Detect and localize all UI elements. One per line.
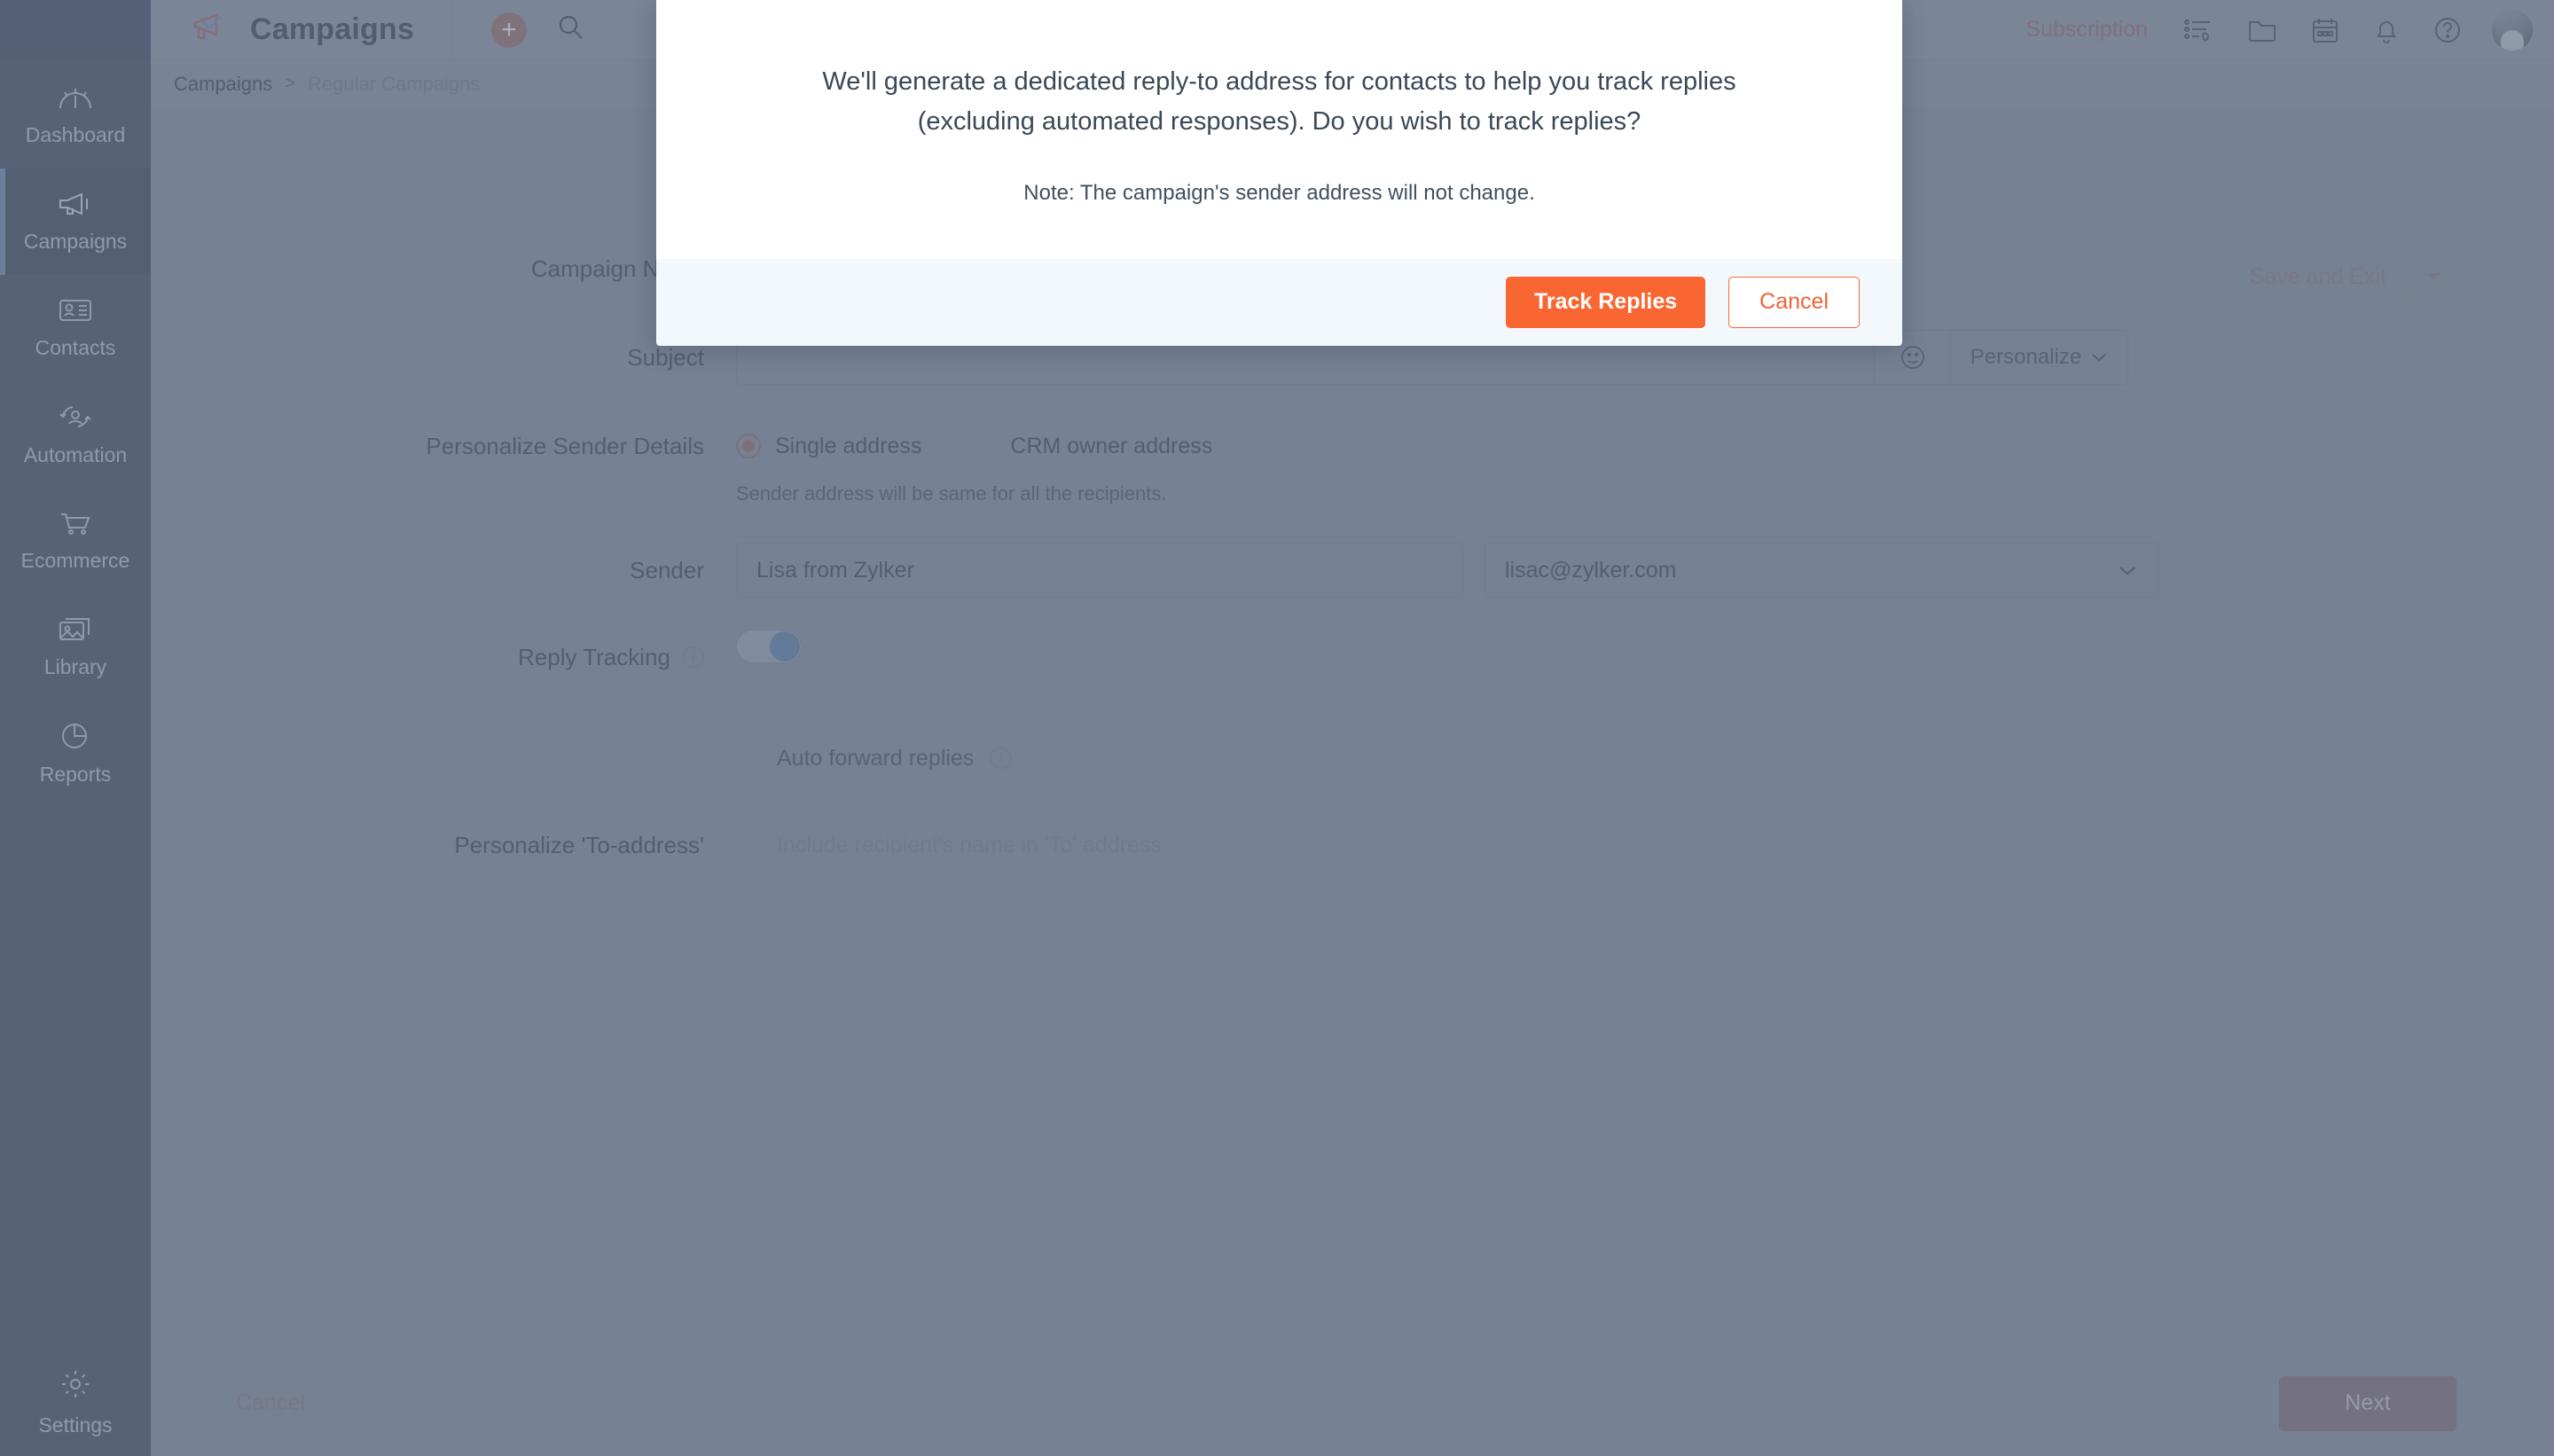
sidebar-item-label: Dashboard: [25, 122, 126, 146]
megaphone-icon: [57, 191, 94, 217]
pie-chart-icon: [59, 722, 92, 750]
reply-tracking-toggle[interactable]: [736, 630, 802, 663]
sender-email-select[interactable]: lisac@zylker.com: [1485, 543, 2158, 598]
radio-label: CRM owner address: [1010, 433, 1213, 458]
sidebar-item-reports[interactable]: Reports: [0, 701, 151, 807]
auto-forward-spacer: [151, 731, 736, 786]
sidebar-item-label: Ecommerce: [20, 548, 130, 572]
bell-icon[interactable]: [2373, 16, 2400, 44]
sidebar-items: Dashboard Campaigns Contacts Automation …: [0, 60, 151, 1348]
sidebar-item-label: Automation: [23, 442, 128, 466]
app-brand[interactable]: Campaigns: [151, 0, 452, 60]
personalize-sender-label: Personalize Sender Details: [426, 432, 704, 459]
auto-forward-row: Auto forward replies i: [736, 731, 1012, 786]
dashboard-gauge-icon: [58, 84, 93, 111]
row-auto-forward: Auto forward replies i: [151, 731, 2554, 786]
save-and-exit-group: Save and Exit: [2225, 250, 2456, 303]
calendar-icon[interactable]: [2311, 16, 2339, 44]
dialog-note: Note: The campaign's sender address will…: [1023, 180, 1535, 205]
help-icon[interactable]: [2433, 16, 2462, 44]
next-button[interactable]: Next: [2279, 1375, 2456, 1431]
form-footer: Cancel Next: [151, 1350, 2554, 1456]
sidebar-item-ecommerce[interactable]: Ecommerce: [0, 488, 151, 594]
app-title: Campaigns: [250, 12, 415, 46]
sender-label: Sender: [630, 556, 704, 583]
avatar[interactable]: [2492, 9, 2533, 51]
track-replies-dialog: We'll generate a dedicated reply-to addr…: [656, 0, 1902, 346]
sidebar-item-campaigns[interactable]: Campaigns: [0, 168, 151, 275]
personalize-to-checkbox-label: Include recipient's name in 'To' address: [777, 832, 1162, 857]
personalize-to-label: Personalize 'To-address': [454, 831, 704, 858]
chevron-down-icon: [2117, 558, 2138, 583]
search-icon: [557, 13, 585, 46]
automation-cycle-icon: [57, 403, 94, 431]
radio-crm-owner-address[interactable]: CRM owner address: [971, 434, 1212, 459]
reply-tracking-label-group: Reply Tracking i: [151, 630, 736, 685]
create-button[interactable]: +: [491, 12, 527, 48]
sidebar-item-label: Campaigns: [23, 229, 128, 253]
shopping-cart-icon: [58, 510, 93, 536]
personalize-to-row: Include recipient's name in 'To' address: [736, 818, 1162, 873]
plus-icon: +: [501, 14, 517, 44]
sender-email-value: lisac@zylker.com: [1505, 557, 1677, 583]
radio-single-address[interactable]: Single address: [736, 434, 921, 459]
dialog-cancel-button[interactable]: Cancel: [1728, 276, 1860, 328]
subject-label: Subject: [627, 343, 704, 371]
sender-name-value: Lisa from Zylker: [756, 557, 914, 583]
row-personalize-sender: Personalize Sender Details Single addres…: [151, 419, 2554, 505]
row-sender: Sender Lisa from Zylker lisac@zylker.com: [151, 543, 2554, 598]
personalize-dropdown[interactable]: Personalize: [1950, 331, 2127, 384]
sidebar-item-automation[interactable]: Automation: [0, 381, 151, 488]
folder-icon[interactable]: [2247, 17, 2277, 43]
dialog-footer: Track Replies Cancel: [656, 258, 1902, 346]
row-personalize-to: Personalize 'To-address' Include recipie…: [151, 818, 2554, 873]
campaign-name-label: Campaign Name: [530, 254, 704, 282]
auto-forward-checkbox[interactable]: [736, 746, 761, 771]
sidebar-item-contacts[interactable]: Contacts: [0, 275, 151, 381]
dialog-body: We'll generate a dedicated reply-to addr…: [656, 0, 1902, 259]
auto-forward-label: Auto forward replies: [777, 745, 975, 771]
megaphone-logo-icon: [190, 11, 234, 49]
subscription-link[interactable]: Subscription: [2025, 17, 2148, 43]
personalize-to-checkbox[interactable]: [736, 833, 761, 857]
sidebar: Dashboard Campaigns Contacts Automation …: [0, 0, 151, 1456]
radio-label: Single address: [775, 433, 922, 458]
row-reply-tracking: Reply Tracking i: [151, 630, 2554, 685]
header-icon-group: [2183, 16, 2462, 44]
sidebar-item-dashboard[interactable]: Dashboard: [0, 62, 151, 168]
sidebar-logo-spacer: [0, 0, 151, 60]
sidebar-item-label: Library: [43, 654, 107, 678]
sender-name-input[interactable]: Lisa from Zylker: [736, 543, 1463, 598]
chevron-down-icon: [2090, 345, 2108, 370]
breadcrumb-separator-icon: >: [285, 74, 295, 93]
sender-mode-hint: Sender address will be same for all the …: [736, 482, 1167, 505]
contact-card-icon: [58, 297, 93, 324]
radio-indicator: [971, 434, 997, 458]
info-icon[interactable]: i: [683, 646, 704, 668]
sidebar-item-label: Settings: [38, 1413, 113, 1436]
activity-list-icon[interactable]: [2183, 17, 2213, 43]
radio-indicator: [736, 434, 761, 458]
breadcrumb-current: Regular Campaigns: [307, 72, 481, 95]
dialog-message-line2: (excluding automated responses). Do you …: [917, 106, 1641, 136]
sidebar-item-settings[interactable]: Settings: [0, 1348, 151, 1456]
cancel-button[interactable]: Cancel: [186, 1375, 355, 1431]
info-icon[interactable]: i: [990, 748, 1012, 769]
gear-icon: [59, 1367, 92, 1401]
toggle-knob: [770, 631, 800, 661]
sidebar-item-library[interactable]: Library: [0, 594, 151, 701]
sidebar-item-label: Reports: [39, 762, 112, 786]
caret-down-icon[interactable]: [2409, 251, 2456, 302]
image-library-icon: [58, 616, 93, 643]
sender-mode-radio-group: Single address CRM owner address: [736, 419, 1212, 474]
dialog-message-line1: We'll generate a dedicated reply-to addr…: [822, 67, 1736, 96]
personalize-label: Personalize: [1970, 345, 2082, 369]
track-replies-button[interactable]: Track Replies: [1505, 276, 1706, 328]
breadcrumb-root[interactable]: Campaigns: [174, 73, 272, 96]
search-button[interactable]: [557, 13, 585, 46]
save-and-exit-button[interactable]: Save and Exit: [2227, 251, 2409, 302]
sidebar-item-label: Contacts: [35, 335, 116, 359]
reply-tracking-label: Reply Tracking: [518, 643, 670, 670]
